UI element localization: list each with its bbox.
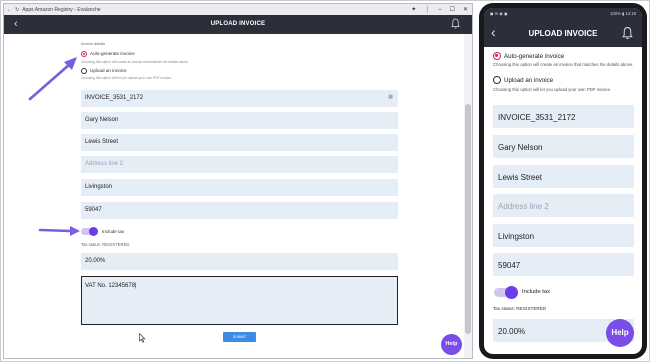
phone-postcode-field[interactable]: 59047 bbox=[493, 253, 634, 276]
phone-radio-upload-label: Upload an invoice bbox=[504, 77, 554, 84]
tax-rate-field[interactable]: 20.00% bbox=[81, 253, 398, 270]
more-menu-icon[interactable]: ⋮ bbox=[424, 6, 430, 13]
phone-tax-status: Tax status: REGISTERED bbox=[493, 306, 547, 311]
include-tax-label: Include tax bbox=[102, 229, 125, 234]
extension-icon[interactable]: ✦ bbox=[411, 6, 416, 13]
phone-help-button[interactable]: Help bbox=[606, 319, 634, 347]
screenshot-frame: ← ↻ Apps Amazon Registry - Evalanche ✦ ⋮… bbox=[0, 0, 650, 362]
phone-radio-auto-generate[interactable] bbox=[493, 52, 501, 60]
phone-invoice-number-field[interactable]: INVOICE_3531_2172 bbox=[493, 105, 634, 128]
address-line-1-field[interactable]: Lewis Street bbox=[81, 134, 398, 151]
phone-radio-auto-generate-label: Auto-generate invoice bbox=[504, 53, 565, 60]
annotation-arrow-icon bbox=[28, 57, 77, 101]
annotation-arrow-icon bbox=[38, 226, 80, 236]
include-tax-toggle[interactable] bbox=[81, 227, 98, 236]
phone-app-header: ‹ UPLOAD INVOICE bbox=[484, 20, 642, 47]
phone-page-title: UPLOAD INVOICE bbox=[528, 29, 598, 38]
help-button[interactable]: Help bbox=[441, 334, 462, 355]
phone-radio-upload[interactable] bbox=[493, 76, 501, 84]
bell-icon[interactable] bbox=[622, 26, 633, 40]
postcode-field[interactable]: 59047 bbox=[81, 202, 398, 219]
minimize-button[interactable]: – bbox=[438, 7, 441, 13]
name-field[interactable]: Gary Nelson bbox=[81, 112, 398, 129]
section-label: Invoice details bbox=[81, 42, 106, 46]
bell-icon[interactable] bbox=[451, 18, 460, 29]
radio-auto-generate-label: Auto-generate invoice bbox=[90, 51, 135, 56]
phone-name-field[interactable]: Gary Nelson bbox=[493, 135, 634, 158]
tax-status: Tax status: REGISTERED bbox=[81, 242, 130, 247]
nav-back-icon[interactable]: ← bbox=[7, 7, 12, 13]
invoice-number-field[interactable]: INVOICE_3531_2172 ▦ bbox=[81, 90, 398, 107]
browser-titlebar: ← ↻ Apps Amazon Registry - Evalanche ✦ ⋮… bbox=[4, 4, 472, 15]
status-battery-time: 100% ▮ 12:18 bbox=[610, 11, 636, 16]
page-title: UPLOAD INVOICE bbox=[210, 21, 266, 27]
phone-address-line-1-field[interactable]: Lewis Street bbox=[493, 165, 634, 188]
app-header: ‹ UPLOAD INVOICE bbox=[4, 15, 472, 34]
phone-address-line-2-field[interactable]: Address line 2 bbox=[493, 194, 634, 217]
scrollbar-thumb[interactable] bbox=[465, 104, 471, 334]
notes-textarea[interactable]: VAT No. 12345678| bbox=[81, 276, 398, 325]
city-field[interactable]: Livingston bbox=[81, 179, 398, 196]
window-title: Apps Amazon Registry - Evalanche bbox=[22, 6, 101, 13]
phone-screen: ◼ ✉ ◉ ◼ 100% ▮ 12:18 ‹ UPLOAD INVOICE Au… bbox=[484, 8, 642, 354]
phone-radio-auto-generate-help: Choosing this option will create an invo… bbox=[493, 62, 634, 67]
phone-include-tax-toggle[interactable] bbox=[494, 286, 518, 299]
desktop-window: ← ↻ Apps Amazon Registry - Evalanche ✦ ⋮… bbox=[3, 3, 473, 359]
phone-status-bar: ◼ ✉ ◉ ◼ 100% ▮ 12:18 bbox=[484, 8, 642, 20]
maximize-button[interactable]: ☐ bbox=[450, 6, 455, 13]
phone-include-tax-label: Include tax bbox=[522, 289, 551, 295]
invoice-number-value: INVOICE_3531_2172 bbox=[85, 95, 144, 101]
submit-button[interactable]: SUBMIT bbox=[223, 332, 256, 342]
phone-city-field[interactable]: Livingston bbox=[493, 224, 634, 247]
radio-upload-label: Upload an invoice bbox=[90, 68, 127, 73]
phone-radio-upload-help: Choosing this option will let you upload… bbox=[493, 87, 612, 92]
mouse-cursor-icon bbox=[139, 333, 146, 343]
reload-icon[interactable]: ↻ bbox=[15, 7, 19, 13]
radio-auto-generate-help: Choosing this option will create an invo… bbox=[81, 60, 189, 64]
calendar-icon[interactable]: ▦ bbox=[388, 94, 393, 100]
close-button[interactable]: ✕ bbox=[463, 6, 468, 13]
phone-device: ◼ ✉ ◉ ◼ 100% ▮ 12:18 ‹ UPLOAD INVOICE Au… bbox=[479, 3, 647, 359]
radio-upload-help: Choosing this option will let you upload… bbox=[81, 76, 172, 80]
address-line-2-field[interactable]: Address line 2 bbox=[81, 156, 398, 173]
status-icons-left: ◼ ✉ ◉ ◼ bbox=[490, 11, 508, 16]
